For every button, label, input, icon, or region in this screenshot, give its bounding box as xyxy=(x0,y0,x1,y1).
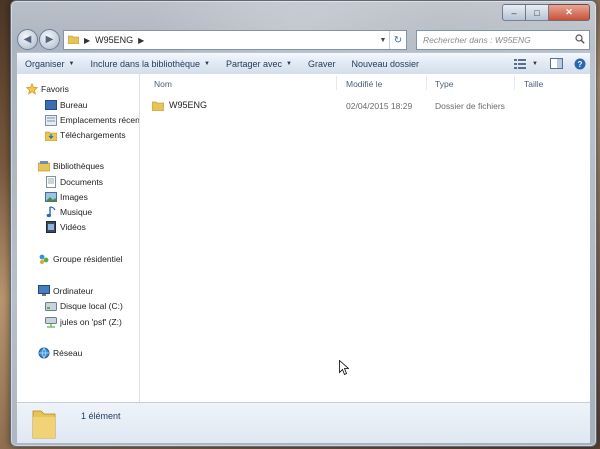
nav-favorites[interactable]: Favoris xyxy=(25,82,69,96)
chevron-down-icon: ▼ xyxy=(68,60,75,67)
folder-icon xyxy=(67,34,80,46)
back-arrow-icon[interactable]: ◀ xyxy=(17,29,38,50)
libraries-icon xyxy=(37,160,50,172)
nav-local-disk-label: Disque local (C:) xyxy=(60,301,123,311)
column-divider[interactable] xyxy=(426,76,427,90)
desktop-icon xyxy=(44,99,57,111)
details-pane: 1 élément xyxy=(17,402,590,443)
images-icon xyxy=(44,191,57,203)
content-area: Favoris Bureau Emplacements récents Télé… xyxy=(17,74,590,402)
file-name: W95ENG xyxy=(169,100,208,110)
chevron-down-icon: ▼ xyxy=(286,60,292,67)
nav-computer[interactable]: Ordinateur xyxy=(37,284,93,298)
mouse-pointer-icon xyxy=(339,359,350,377)
column-divider[interactable] xyxy=(336,76,337,90)
explorer-window: – □ ✕ ◀ ▶ ▶ W95ENG ▶ ▼ ↻ Rechercher dans… xyxy=(10,0,597,447)
recent-places-icon xyxy=(44,114,57,126)
large-folder-icon xyxy=(31,407,57,439)
nav-desktop-label: Bureau xyxy=(60,100,88,110)
include-library-button[interactable]: Inclure dans la bibliothèque ▼ xyxy=(82,59,218,69)
forward-arrow-icon[interactable]: ▶ xyxy=(39,29,60,50)
organize-button[interactable]: Organiser ▼ xyxy=(17,59,82,69)
nav-videos-label: Vidéos xyxy=(60,222,86,232)
column-header-modified[interactable]: Modifié le xyxy=(346,79,382,89)
nav-music[interactable]: Musique xyxy=(44,205,92,219)
maximize-button[interactable]: □ xyxy=(526,4,549,21)
nav-homegroup[interactable]: Groupe résidentiel xyxy=(37,252,122,266)
new-folder-label: Nouveau dossier xyxy=(351,58,420,69)
nav-downloads-label: Téléchargements xyxy=(60,130,126,140)
item-count: 1 élément xyxy=(81,411,121,421)
nav-documents[interactable]: Documents xyxy=(44,175,103,189)
nav-favorites-label: Favoris xyxy=(41,84,69,94)
new-folder-button[interactable]: Nouveau dossier xyxy=(344,59,428,69)
refresh-icon[interactable]: ↻ xyxy=(389,31,406,49)
chevron-down-icon: ▼ xyxy=(204,60,210,67)
documents-icon xyxy=(44,176,57,188)
toolbar-right-group: ▼ ? xyxy=(510,55,590,72)
column-header-size[interactable]: Taille xyxy=(524,79,543,89)
search-icon[interactable] xyxy=(575,34,585,46)
address-bar[interactable]: ▶ W95ENG ▶ ▼ ↻ xyxy=(63,30,407,50)
network-drive-icon xyxy=(44,316,57,328)
include-library-label: Inclure dans la bibliothèque xyxy=(90,58,201,69)
search-placeholder: Rechercher dans : W95ENG xyxy=(423,35,531,45)
nav-network-label: Réseau xyxy=(53,348,83,358)
nav-homegroup-label: Groupe résidentiel xyxy=(53,254,123,264)
column-divider[interactable] xyxy=(514,76,515,90)
breadcrumb-chevron-icon[interactable]: ▶ xyxy=(138,36,144,45)
file-row[interactable]: W95ENG xyxy=(152,97,207,113)
file-modified: 02/04/2015 18:29 xyxy=(346,101,413,111)
nav-desktop[interactable]: Bureau xyxy=(44,98,87,112)
breadcrumb-chevron-icon[interactable]: ▶ xyxy=(84,36,90,45)
music-icon xyxy=(44,206,57,218)
nav-downloads[interactable]: Téléchargements xyxy=(44,128,126,142)
organize-label: Organiser xyxy=(25,58,65,69)
column-header-name[interactable]: Nom xyxy=(154,79,172,89)
nav-videos[interactable]: Vidéos xyxy=(44,220,86,234)
nav-libraries[interactable]: Bibliothèques xyxy=(37,159,104,173)
nav-network[interactable]: Réseau xyxy=(37,346,82,360)
nav-recent-label: Emplacements récents xyxy=(60,115,140,125)
close-button[interactable]: ✕ xyxy=(549,4,590,21)
computer-icon xyxy=(37,285,50,297)
star-icon xyxy=(25,83,38,95)
nav-network-drive-label: jules on 'psf' (Z:) xyxy=(60,317,122,327)
file-list-pane: Nom Modifié le Type Taille W95ENG 02/04/… xyxy=(140,74,590,402)
preview-pane-icon[interactable] xyxy=(546,55,566,72)
file-type: Dossier de fichiers xyxy=(435,101,505,111)
search-input[interactable]: Rechercher dans : W95ENG xyxy=(416,30,590,50)
burn-label: Graver xyxy=(307,58,336,69)
navigation-pane: Favoris Bureau Emplacements récents Télé… xyxy=(17,74,140,402)
svg-text:?: ? xyxy=(578,60,583,69)
burn-button[interactable]: Graver xyxy=(300,59,344,69)
folder-icon xyxy=(152,100,164,111)
nav-local-disk[interactable]: Disque local (C:) xyxy=(44,299,123,313)
nav-images[interactable]: Images xyxy=(44,190,88,204)
nav-recent[interactable]: Emplacements récents xyxy=(44,113,140,127)
column-header-type[interactable]: Type xyxy=(435,79,453,89)
share-label: Partager avec xyxy=(226,58,283,69)
window-caption-buttons: – □ ✕ xyxy=(502,4,590,21)
minimize-button[interactable]: – xyxy=(502,4,526,21)
downloads-icon xyxy=(44,129,57,141)
share-button[interactable]: Partager avec ▼ xyxy=(218,59,300,69)
nav-computer-label: Ordinateur xyxy=(53,286,94,296)
view-options-icon[interactable] xyxy=(510,55,530,72)
address-dropdown-icon[interactable]: ▼ xyxy=(377,37,389,44)
command-bar: Organiser ▼ Inclure dans la bibliothèque ▼… xyxy=(17,52,590,75)
navigation-buttons: ◀ ▶ xyxy=(17,29,61,50)
hard-drive-icon xyxy=(44,300,57,312)
videos-icon xyxy=(44,221,57,233)
nav-images-label: Images xyxy=(60,192,88,202)
breadcrumb-w95eng[interactable]: W95ENG xyxy=(95,35,133,45)
help-icon[interactable]: ? xyxy=(570,55,590,72)
nav-music-label: Musique xyxy=(60,207,93,217)
nav-libraries-label: Bibliothèques xyxy=(53,161,105,171)
nav-network-drive[interactable]: jules on 'psf' (Z:) xyxy=(44,315,122,329)
nav-documents-label: Documents xyxy=(60,177,103,187)
network-icon xyxy=(37,347,50,359)
view-dropdown-icon[interactable]: ▼ xyxy=(530,55,540,72)
homegroup-icon xyxy=(37,253,50,265)
